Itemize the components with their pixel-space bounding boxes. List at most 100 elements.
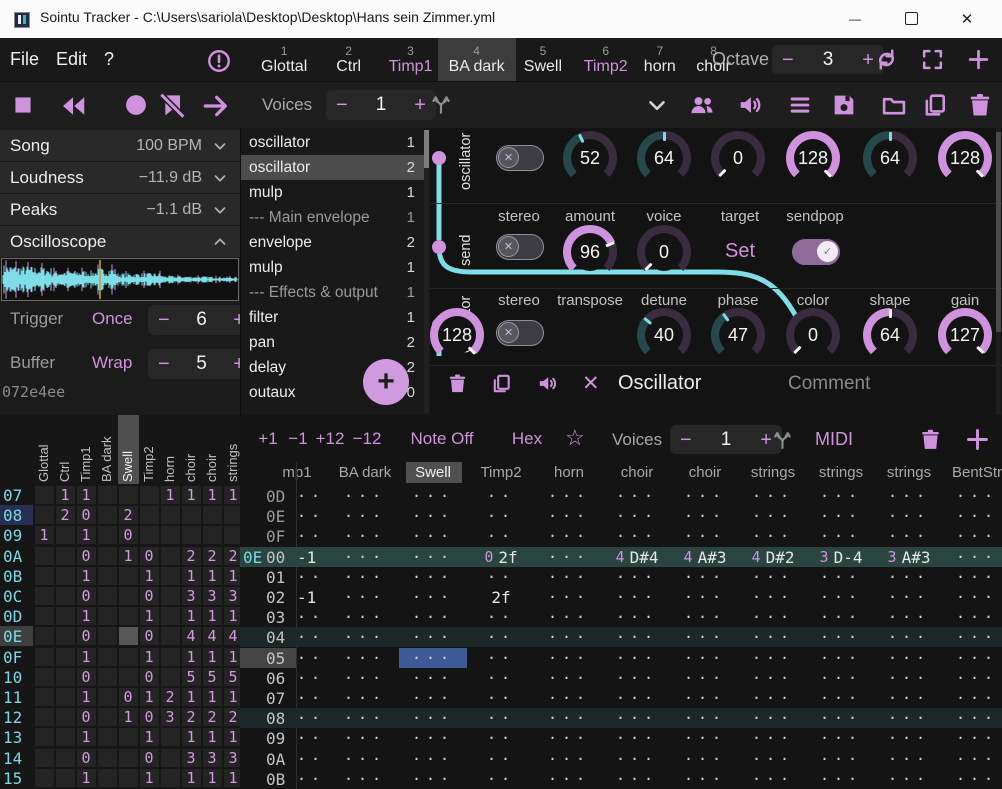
- pattern-cell[interactable]: ···: [399, 568, 467, 586]
- pattern-cell[interactable]: ···: [875, 770, 943, 788]
- matrix-cell[interactable]: 0: [140, 547, 159, 565]
- pattern-cell[interactable]: ···: [807, 729, 875, 747]
- pattern-cell[interactable]: 3D-4: [807, 548, 875, 567]
- pattern-cell[interactable]: ···: [671, 649, 739, 667]
- pattern-track-0[interactable]: mp1: [282, 464, 311, 481]
- pattern-cell[interactable]: ··: [297, 669, 333, 687]
- pattern-cell[interactable]: ···: [671, 588, 739, 606]
- unit-list-scrollbar[interactable]: [424, 130, 429, 413]
- pattern-cell[interactable]: ··: [297, 507, 333, 525]
- pattern-cell[interactable]: ···: [875, 507, 943, 525]
- matrix-cell[interactable]: [98, 627, 117, 645]
- matrix-cell[interactable]: [56, 607, 75, 625]
- pattern-cell[interactable]: ···: [399, 669, 467, 687]
- matrix-cell[interactable]: [98, 648, 117, 666]
- expand-icon[interactable]: [920, 47, 945, 72]
- pattern-cell[interactable]: ···: [943, 548, 1002, 566]
- matrix-cell[interactable]: 1: [77, 688, 96, 706]
- send-target-button[interactable]: Set: [725, 240, 755, 263]
- pattern-cell[interactable]: ···: [807, 709, 875, 727]
- matrix-cell[interactable]: 0: [140, 668, 159, 686]
- pattern-cell[interactable]: ···: [331, 507, 399, 525]
- pattern-cell[interactable]: ··: [467, 770, 535, 788]
- matrix-cell[interactable]: 2: [182, 708, 201, 726]
- matrix-cell[interactable]: 0: [77, 708, 96, 726]
- pattern-cell[interactable]: ···: [603, 750, 671, 768]
- pattern-cell[interactable]: ···: [535, 568, 603, 586]
- pattern-cell[interactable]: ···: [943, 628, 1002, 646]
- knob-osc1-5[interactable]: 128: [938, 131, 992, 185]
- pattern-cell[interactable]: ···: [943, 669, 1002, 687]
- matrix-cell[interactable]: 1: [140, 769, 159, 787]
- plus-icon[interactable]: [964, 426, 991, 453]
- pattern-row[interactable]: 07·······························: [240, 688, 1002, 708]
- pattern-cell[interactable]: ··: [297, 649, 333, 667]
- pattern-row[interactable]: 08·······························: [240, 708, 1002, 728]
- pattern-cell[interactable]: ···: [807, 689, 875, 707]
- matrix-cell[interactable]: 4: [182, 627, 201, 645]
- pattern-cell[interactable]: ···: [535, 750, 603, 768]
- pattern-cell[interactable]: ···: [603, 770, 671, 788]
- matrix-cell[interactable]: 1: [77, 486, 96, 504]
- pattern-cell[interactable]: ···: [671, 750, 739, 768]
- matrix-cell[interactable]: 1: [203, 648, 222, 666]
- pattern-cell[interactable]: ···: [671, 568, 739, 586]
- play-next-icon[interactable]: [200, 90, 232, 122]
- pattern-track-1[interactable]: BA dark: [339, 464, 392, 481]
- matrix-cell[interactable]: [56, 749, 75, 767]
- matrix-track-2[interactable]: Timp1: [78, 418, 93, 482]
- pattern-cell[interactable]: ···: [671, 770, 739, 788]
- matrix-row-label[interactable]: 13: [3, 728, 22, 747]
- matrix-cell[interactable]: [119, 567, 138, 585]
- matrix-cell[interactable]: [56, 567, 75, 585]
- unit-list-scrollbar-thumb[interactable]: [424, 130, 429, 168]
- pattern-cell[interactable]: ··: [297, 750, 333, 768]
- pattern-cell[interactable]: ···: [603, 507, 671, 525]
- matrix-cell[interactable]: 1: [182, 728, 201, 746]
- matrix-row-label[interactable]: 0F: [3, 648, 22, 667]
- trash-icon[interactable]: [446, 372, 469, 395]
- octave-minus-button[interactable]: −: [782, 50, 794, 70]
- pattern-cell[interactable]: ···: [399, 487, 467, 505]
- matrix-cell[interactable]: [98, 688, 117, 706]
- pattern-cell[interactable]: 4A#3: [671, 548, 739, 567]
- knob-osc2-5[interactable]: 128: [430, 308, 484, 362]
- pattern-cell[interactable]: ···: [535, 729, 603, 747]
- pattern-cell[interactable]: ···: [875, 709, 943, 727]
- pattern-cell[interactable]: ···: [399, 649, 467, 667]
- matrix-cell[interactable]: [182, 506, 201, 524]
- matrix-cell[interactable]: [98, 547, 117, 565]
- pattern-cell[interactable]: ···: [535, 709, 603, 727]
- sync-icon[interactable]: [874, 47, 899, 72]
- pattern-cell[interactable]: ···: [399, 548, 467, 566]
- tab-instrument-glottal[interactable]: 1Glottal: [250, 38, 318, 81]
- matrix-cell[interactable]: [35, 627, 54, 645]
- panel-row-oscilloscope[interactable]: Oscilloscope: [0, 226, 240, 257]
- pattern-tool-−12[interactable]: −12: [353, 429, 382, 449]
- matrix-cell[interactable]: 0: [119, 688, 138, 706]
- unit-editor-scrollbar-thumb[interactable]: [996, 132, 1001, 332]
- pattern-cell[interactable]: ···: [671, 689, 739, 707]
- matrix-cell[interactable]: [119, 769, 138, 787]
- copy-icon[interactable]: [921, 91, 949, 119]
- pattern-cell[interactable]: ···: [943, 588, 1002, 606]
- tab-instrument-swell[interactable]: 5Swell: [513, 38, 573, 81]
- pattern-cell[interactable]: ···: [943, 729, 1002, 747]
- matrix-cell[interactable]: [161, 547, 180, 565]
- copy-icon[interactable]: [490, 372, 513, 395]
- pattern-row[interactable]: 09·······························: [240, 728, 1002, 748]
- matrix-cell[interactable]: 3: [203, 749, 222, 767]
- matrix-cell[interactable]: [119, 607, 138, 625]
- matrix-cell[interactable]: 1: [182, 769, 201, 787]
- panel-row-song[interactable]: Song100 BPM: [0, 130, 240, 161]
- maximize-button[interactable]: [888, 0, 934, 37]
- pattern-cell[interactable]: ···: [875, 689, 943, 707]
- matrix-cell[interactable]: [56, 769, 75, 787]
- pattern-cell[interactable]: ···: [331, 608, 399, 626]
- split-icon[interactable]: [770, 427, 795, 452]
- pattern-cell[interactable]: ··: [297, 770, 333, 788]
- tab-instrument-ba-dark[interactable]: 4BA dark: [438, 38, 516, 81]
- pattern-track-5[interactable]: choir: [621, 464, 654, 481]
- matrix-cell[interactable]: 1: [77, 607, 96, 625]
- matrix-cell[interactable]: [119, 749, 138, 767]
